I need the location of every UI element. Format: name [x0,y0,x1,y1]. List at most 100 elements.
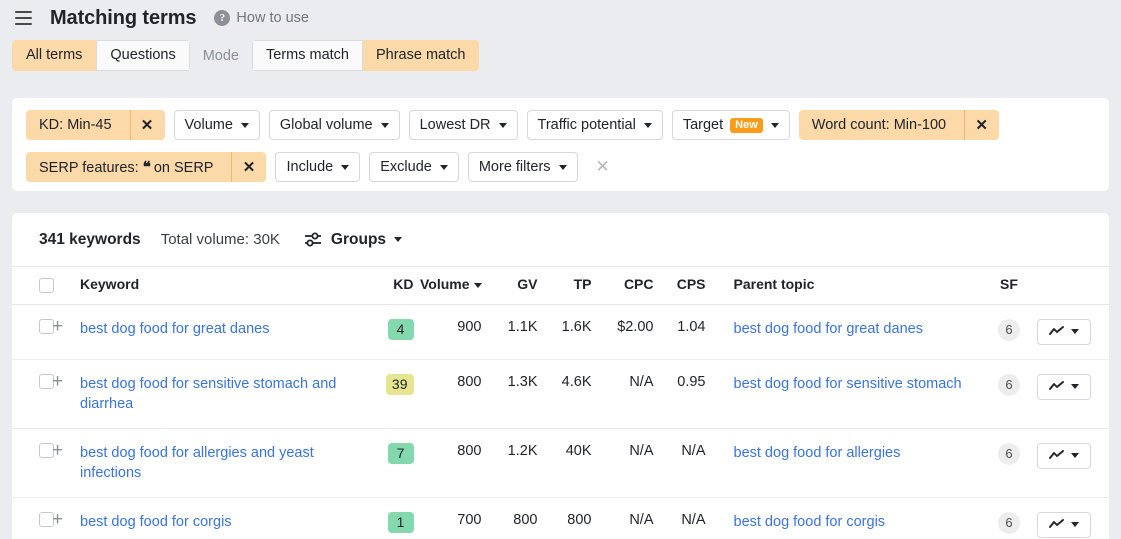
column-kd[interactable]: KD [359,266,414,305]
row-volume-cell: 800 [413,428,486,498]
row-keyword-cell: best dog food for great danes [80,304,360,360]
chevron-down-icon [1071,329,1079,335]
row-actions-cell [1033,304,1109,360]
kd-badge: 1 [387,511,414,533]
keyword-link[interactable]: best dog food for allergies and yeast in… [80,443,360,483]
filter-traffic-potential-label: Traffic potential [537,117,636,133]
trend-dropdown-button[interactable] [1037,442,1091,469]
row-volume-cell: 900 [413,304,486,360]
featured-snippet-quote-icon: ❝ [142,159,151,176]
keyword-link[interactable]: best dog food for great danes [80,319,269,339]
table-row: + best dog food for corgis 1 700 800 800… [12,497,1109,539]
table-header-row: Keyword KD Volume GV TP CPC CPS Parent t… [12,266,1109,305]
filter-volume[interactable]: Volume [173,110,260,140]
column-cps[interactable]: CPS [653,266,706,305]
row-tp-cell: 800 [537,497,592,539]
filter-kd[interactable]: KD: Min-45 ✕ [26,110,165,140]
trend-dropdown-button[interactable] [1037,511,1091,538]
sf-count-badge[interactable]: 6 [998,442,1020,465]
filter-word-count-remove-icon[interactable]: ✕ [964,110,998,140]
row-volume-cell: 700 [413,497,486,539]
sf-count-badge[interactable]: 6 [998,318,1020,341]
trend-dropdown-button[interactable] [1037,318,1091,345]
matching-terms-page: Matching terms ? How to use All terms Qu… [0,0,1121,539]
filter-word-count[interactable]: Word count: Min-100 ✕ [798,110,1000,140]
filter-panel: KD: Min-45 ✕ Volume Global volume Lowest… [12,98,1109,191]
row-cpc-cell: $2.00 [591,304,654,360]
parent-topic-link[interactable]: best dog food for great danes [734,319,923,339]
row-kd-cell: 1 [359,497,414,539]
filter-global-volume[interactable]: Global volume [268,110,400,140]
column-sf[interactable]: SF [985,266,1033,305]
tab-questions[interactable]: Questions [96,40,190,71]
row-parent-topic-cell: best dog food for sensitive stomach [705,359,985,429]
row-select-cell [12,428,54,498]
filter-exclude-label: Exclude [380,159,432,175]
filter-more-filters[interactable]: More filters [467,152,578,182]
trend-dropdown-button[interactable] [1037,373,1091,400]
terms-tab-group: All terms Questions [12,40,190,71]
sort-desc-icon [473,283,482,289]
row-keyword-cell: best dog food for allergies and yeast in… [80,428,360,498]
parent-topic-link[interactable]: best dog food for sensitive stomach [734,374,962,394]
table-body: + best dog food for great danes 4 900 1.… [12,304,1109,539]
chevron-down-icon [1071,384,1079,390]
row-actions-cell [1033,359,1109,429]
filter-target[interactable]: Target New [671,110,790,140]
row-cpc-cell: N/A [591,428,654,498]
column-gv[interactable]: GV [485,266,538,305]
parent-topic-link[interactable]: best dog food for allergies [734,443,901,463]
parent-topic-link[interactable]: best dog food for corgis [734,512,886,532]
keyword-count: 341 keywords [39,230,141,248]
filter-traffic-potential[interactable]: Traffic potential [526,110,663,140]
clear-all-filters-icon[interactable]: ✕ [593,157,613,177]
tab-terms-match[interactable]: Terms match [251,40,363,71]
row-select-cell [12,359,54,429]
add-to-list-icon[interactable]: + [52,371,63,392]
add-to-list-icon[interactable]: + [52,509,63,530]
match-mode-group: Terms match Phrase match [251,40,480,71]
chevron-down-icon [394,237,403,242]
sf-count-badge[interactable]: 6 [998,373,1020,396]
tab-phrase-match[interactable]: Phrase match [362,40,480,71]
keyword-link[interactable]: best dog food for sensitive stomach and … [80,374,360,414]
row-kd-cell: 4 [359,304,414,360]
row-parent-topic-cell: best dog food for corgis [705,497,985,539]
row-actions-cell [1033,497,1109,539]
row-select-cell [12,304,54,360]
keyword-link[interactable]: best dog food for corgis [80,512,232,532]
filter-kd-remove-icon[interactable]: ✕ [129,110,164,140]
mode-tab-row: All terms Questions Mode Terms match Phr… [0,36,1121,71]
results-summary: 341 keywords Total volume: 30K Groups [12,213,1109,266]
chevron-down-icon [1071,522,1079,528]
row-tp-cell: 40K [537,428,592,498]
sf-count-badge[interactable]: 6 [998,511,1020,534]
groups-button[interactable]: Groups [304,231,403,249]
add-to-list-icon[interactable]: + [52,316,63,337]
chevron-down-icon [240,122,249,128]
filter-serp-features-prefix: SERP features: [39,160,139,176]
row-cps-cell: N/A [653,497,706,539]
filter-word-count-label: Word count: Min-100 [811,117,947,133]
trend-line-icon [1049,381,1064,391]
page-header: Matching terms ? How to use [0,0,1121,36]
trend-line-icon [1049,519,1064,529]
column-parent-topic[interactable]: Parent topic [705,266,985,305]
filter-exclude[interactable]: Exclude [369,152,459,182]
row-add-cell: + [52,304,80,360]
add-to-list-icon[interactable]: + [52,440,63,461]
row-cps-cell: 1.04 [653,304,706,360]
filter-serp-features-remove-icon[interactable]: ✕ [231,152,265,182]
column-volume[interactable]: Volume [413,266,486,305]
select-all-checkbox[interactable] [39,277,54,293]
column-cpc[interactable]: CPC [591,266,654,305]
column-keyword[interactable]: Keyword [80,266,360,305]
column-tp[interactable]: TP [537,266,592,305]
filter-include[interactable]: Include [275,152,361,182]
filter-serp-features[interactable]: SERP features: ❝ on SERP ✕ [26,152,267,182]
mode-label: Mode [202,47,239,64]
tab-all-terms[interactable]: All terms [12,40,97,71]
hamburger-icon[interactable] [10,5,36,31]
filter-lowest-dr[interactable]: Lowest DR [408,110,518,140]
how-to-use-link[interactable]: ? How to use [214,10,309,26]
